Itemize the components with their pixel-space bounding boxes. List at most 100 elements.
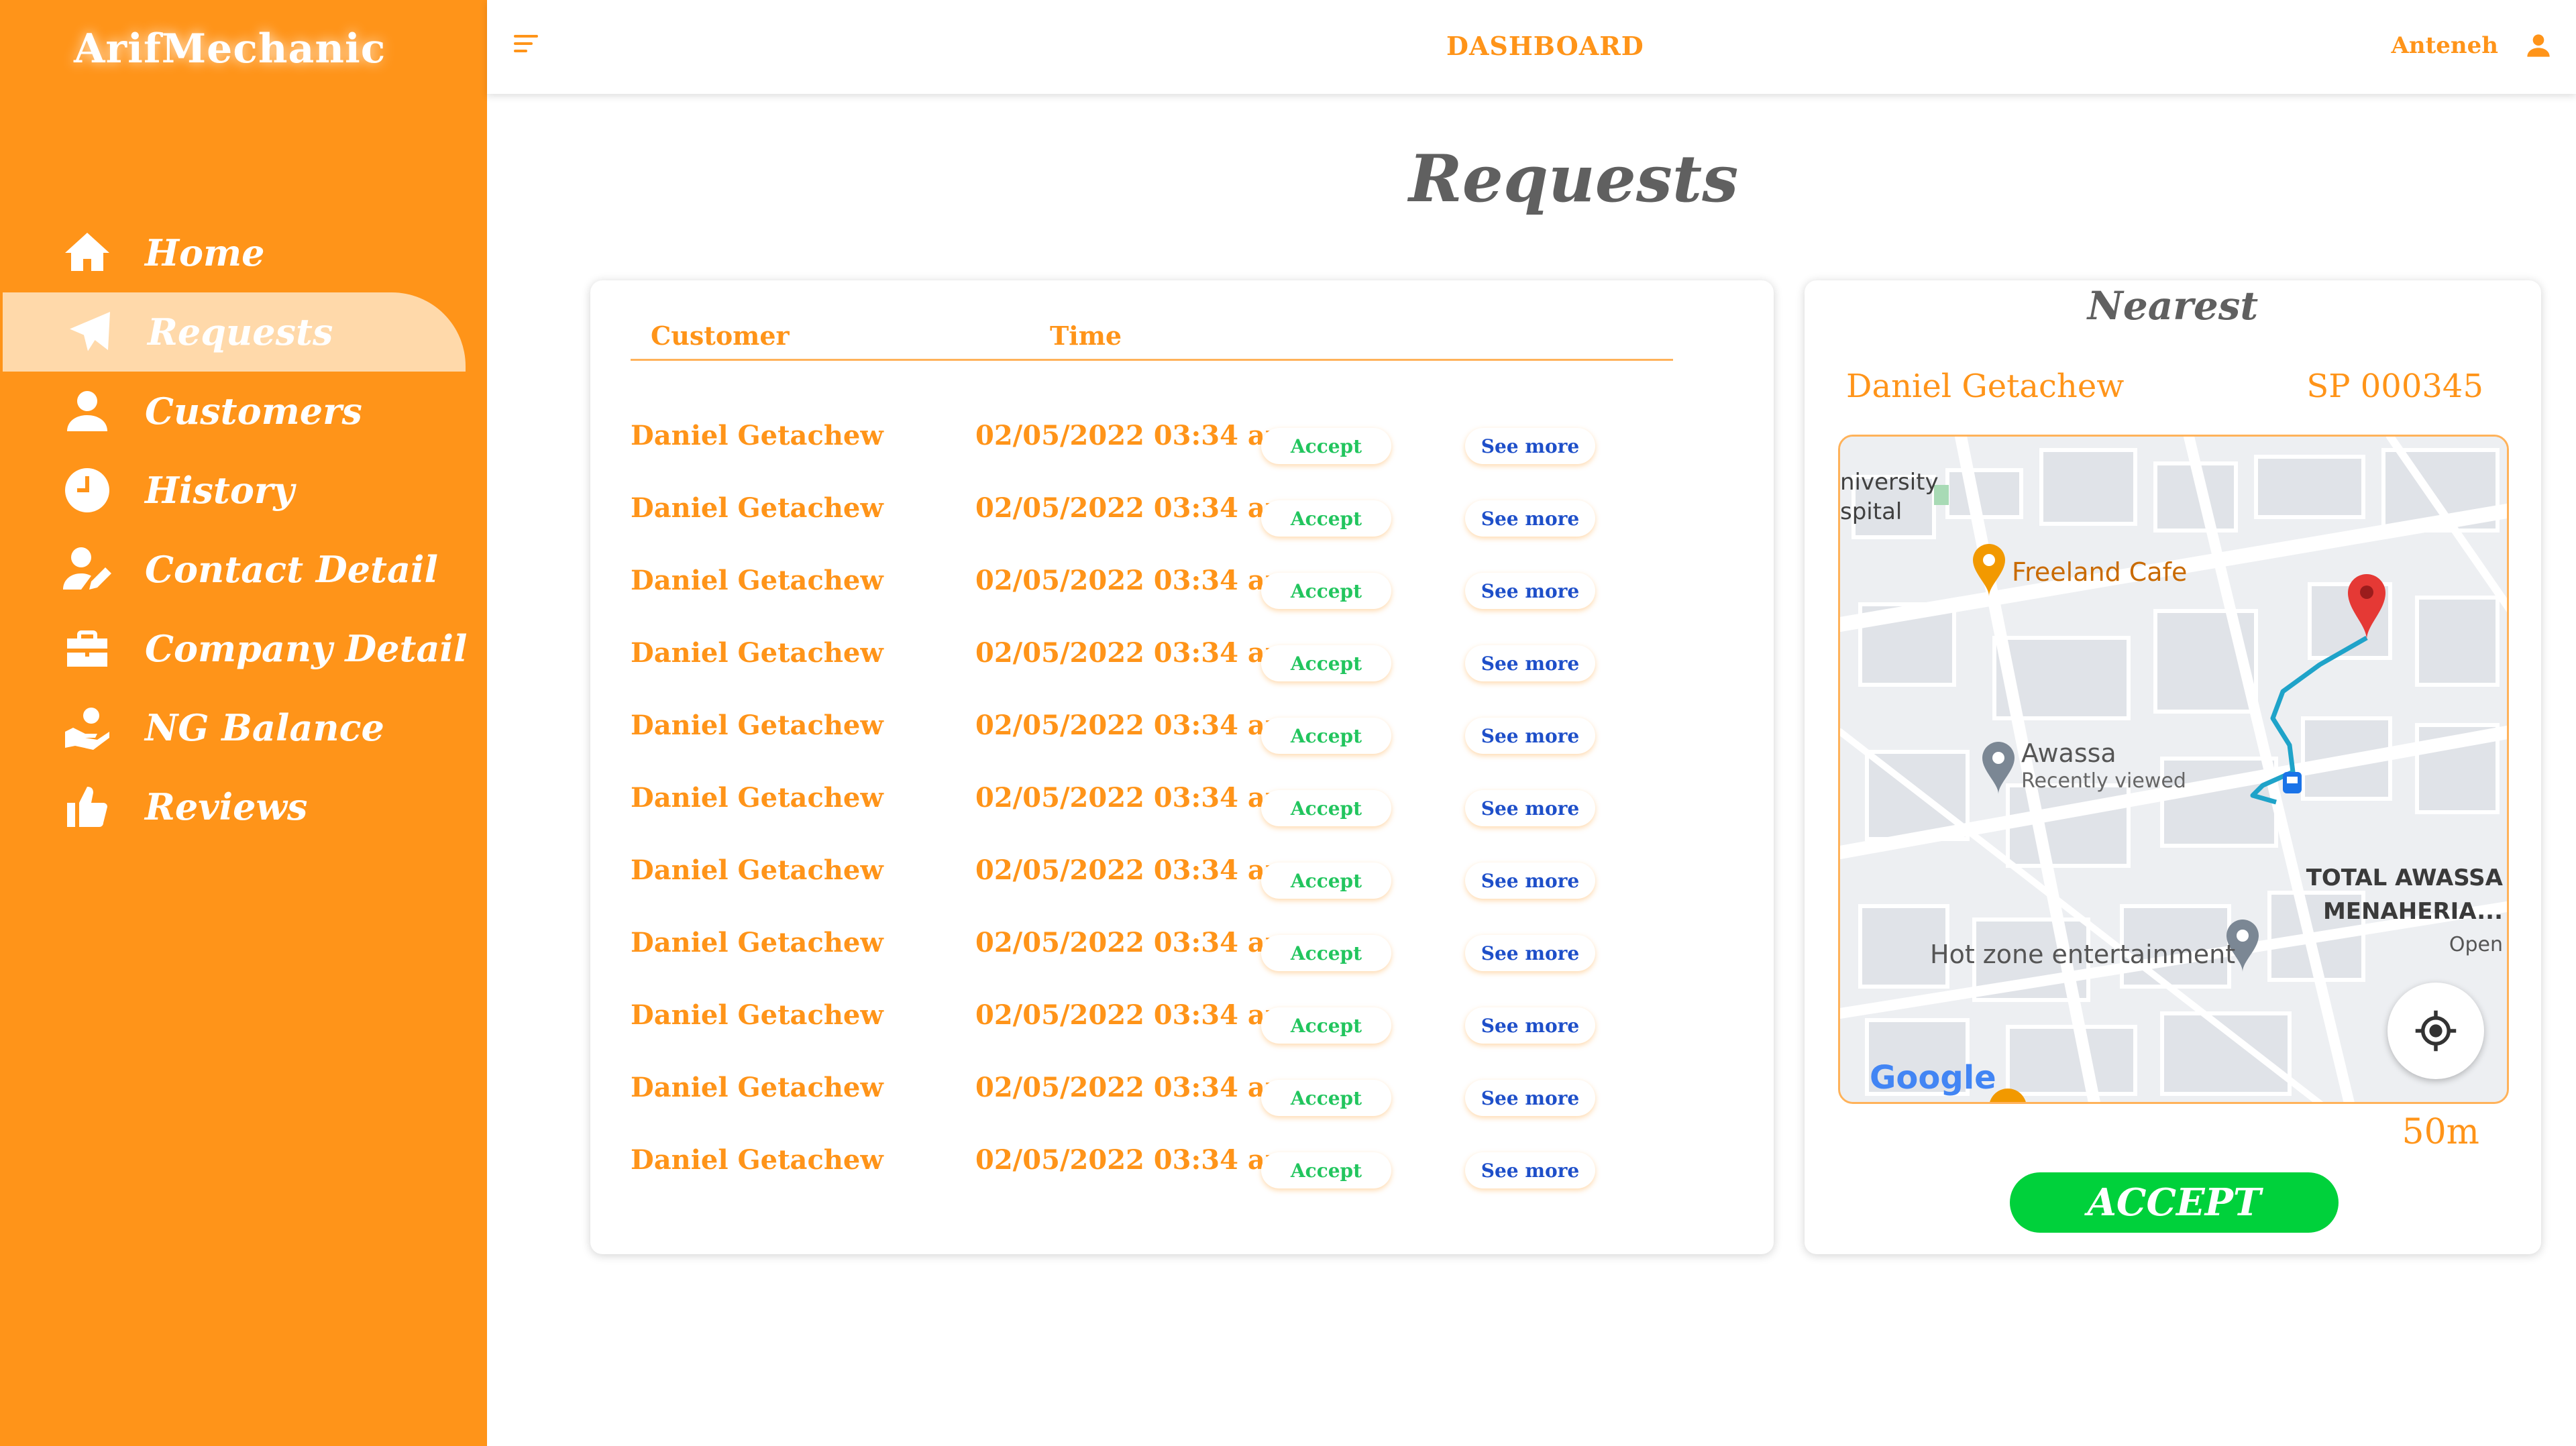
table-row: Daniel Getachew 02/05/2022 03:34 am Accept…	[631, 408, 1731, 480]
sidebar-nav: Home Requests Customers History Contact …	[0, 213, 487, 846]
page-title: Requests	[1409, 141, 1739, 217]
see-more-button[interactable]: See more	[1465, 935, 1595, 971]
customer-name: Daniel Getachew	[631, 1144, 883, 1176]
accept-button[interactable]: Accept	[1261, 645, 1391, 681]
nearest-card: Nearest Daniel Getachew SP 000345 nivers…	[1805, 280, 2541, 1254]
accept-button[interactable]: Accept	[1261, 935, 1391, 971]
request-time: 02/05/2022 03:34 am	[975, 420, 1294, 451]
map-view[interactable]: niversity spital Freeland Cafe Awassa Re…	[1838, 435, 2509, 1104]
customer-name: Daniel Getachew	[631, 420, 883, 451]
see-more-button[interactable]: See more	[1465, 428, 1595, 464]
send-icon	[63, 305, 117, 359]
table-row: Daniel Getachew 02/05/2022 03:34 am Accept…	[631, 770, 1731, 842]
column-header-time: Time	[1050, 321, 1122, 351]
sidebar-item-label: Customers	[145, 390, 362, 433]
brand-logo: ArifMechanic	[74, 25, 386, 72]
accept-nearest-button[interactable]: ACCEPT	[2010, 1172, 2339, 1233]
sidebar-item-reviews[interactable]: Reviews	[0, 767, 487, 846]
customer-name: Daniel Getachew	[631, 565, 883, 596]
map-label-hospital: spital	[1840, 498, 1902, 525]
user-menu[interactable]: Anteneh	[2391, 32, 2552, 59]
see-more-button[interactable]: See more	[1465, 790, 1595, 826]
sidebar-item-customers[interactable]: Customers	[0, 372, 487, 451]
sidebar-item-requests[interactable]: Requests	[3, 292, 466, 372]
request-time: 02/05/2022 03:34 am	[975, 854, 1294, 886]
user-edit-icon	[60, 543, 114, 596]
user-name: Anteneh	[2391, 32, 2498, 59]
user-icon	[2527, 34, 2550, 57]
map-label-hospital: niversity	[1840, 469, 1939, 496]
sidebar-item-label: Home	[145, 231, 265, 274]
sidebar-item-label: NG Balance	[145, 706, 384, 749]
nearest-request-id: SP 000345	[2306, 368, 2483, 405]
see-more-button[interactable]: See more	[1465, 863, 1595, 899]
request-time: 02/05/2022 03:34 am	[975, 1072, 1294, 1103]
sidebar: ArifMechanic Home Requests Customers His…	[0, 0, 487, 1446]
accept-button[interactable]: Accept	[1261, 718, 1391, 754]
sidebar-item-history[interactable]: History	[0, 451, 487, 530]
accept-button[interactable]: Accept	[1261, 1152, 1391, 1188]
nearest-title: Nearest	[2087, 283, 2259, 329]
clock-icon	[60, 463, 114, 517]
customer-name: Daniel Getachew	[631, 927, 883, 958]
google-logo: Google	[1870, 1059, 1996, 1097]
see-more-button[interactable]: See more	[1465, 718, 1595, 754]
menu-icon[interactable]	[514, 35, 538, 59]
customer-name: Daniel Getachew	[631, 710, 883, 741]
customer-name: Daniel Getachew	[631, 854, 883, 886]
map-label-place: Awassa	[2021, 738, 2116, 768]
home-icon	[60, 226, 114, 280]
accept-button[interactable]: Accept	[1261, 1080, 1391, 1116]
see-more-button[interactable]: See more	[1465, 500, 1595, 537]
accept-button[interactable]: Accept	[1261, 428, 1391, 464]
crosshair-icon	[2415, 1010, 2457, 1052]
request-time: 02/05/2022 03:34 am	[975, 782, 1294, 814]
table-row: Daniel Getachew 02/05/2022 03:34 am Accept…	[631, 987, 1731, 1060]
request-time: 02/05/2022 03:34 am	[975, 927, 1294, 958]
request-time: 02/05/2022 03:34 am	[975, 999, 1294, 1031]
see-more-button[interactable]: See more	[1465, 573, 1595, 609]
table-row: Daniel Getachew 02/05/2022 03:34 am Accept…	[631, 480, 1731, 553]
column-header-customer: Customer	[651, 321, 790, 351]
request-time: 02/05/2022 03:34 am	[975, 637, 1294, 669]
table-row: Daniel Getachew 02/05/2022 03:34 am Accept…	[631, 553, 1731, 625]
accept-button[interactable]: Accept	[1261, 790, 1391, 826]
sidebar-item-label: Requests	[148, 311, 333, 353]
user-icon	[60, 384, 114, 438]
see-more-button[interactable]: See more	[1465, 1152, 1595, 1188]
map-label-entertainment: Hot zone entertainment	[1930, 940, 2236, 969]
sidebar-item-company-detail[interactable]: Company Detail	[0, 609, 487, 688]
table-row: Daniel Getachew 02/05/2022 03:34 am Accept…	[631, 625, 1731, 698]
customer-name: Daniel Getachew	[631, 637, 883, 669]
hand-coin-icon	[60, 701, 114, 755]
request-time: 02/05/2022 03:34 am	[975, 492, 1294, 524]
sidebar-item-label: Reviews	[145, 785, 308, 828]
accept-button[interactable]: Accept	[1261, 1007, 1391, 1044]
accept-button[interactable]: Accept	[1261, 863, 1391, 899]
thumbs-up-icon	[60, 780, 114, 834]
accept-button[interactable]: Accept	[1261, 573, 1391, 609]
customer-name: Daniel Getachew	[631, 999, 883, 1031]
accept-button[interactable]: Accept	[1261, 500, 1391, 537]
customer-name: Daniel Getachew	[631, 1072, 883, 1103]
header-divider	[631, 359, 1673, 361]
see-more-button[interactable]: See more	[1465, 645, 1595, 681]
nearest-distance: 50m	[2402, 1112, 2479, 1152]
see-more-button[interactable]: See more	[1465, 1080, 1595, 1116]
map-label-station-status: Open	[2449, 933, 2503, 956]
map-label-place-sub: Recently viewed	[2021, 769, 2186, 793]
briefcase-icon	[60, 622, 114, 675]
see-more-button[interactable]: See more	[1465, 1007, 1595, 1044]
table-row: Daniel Getachew 02/05/2022 03:34 am Accept…	[631, 1132, 1731, 1205]
map-label-station: MENAHERIA...	[2322, 898, 2503, 925]
table-row: Daniel Getachew 02/05/2022 03:34 am Accept…	[631, 1060, 1731, 1132]
map-label-cafe: Freeland Cafe	[2012, 557, 2188, 587]
request-time: 02/05/2022 03:34 am	[975, 1144, 1294, 1176]
request-time: 02/05/2022 03:34 am	[975, 710, 1294, 741]
my-location-button[interactable]	[2387, 983, 2484, 1079]
sidebar-item-label: History	[145, 469, 294, 512]
sidebar-item-home[interactable]: Home	[0, 213, 487, 292]
sidebar-item-ng-balance[interactable]: NG Balance	[0, 688, 487, 767]
requests-card: Customer Time Daniel Getachew 02/05/2022 …	[590, 280, 1774, 1254]
sidebar-item-contact-detail[interactable]: Contact Detail	[0, 530, 487, 609]
